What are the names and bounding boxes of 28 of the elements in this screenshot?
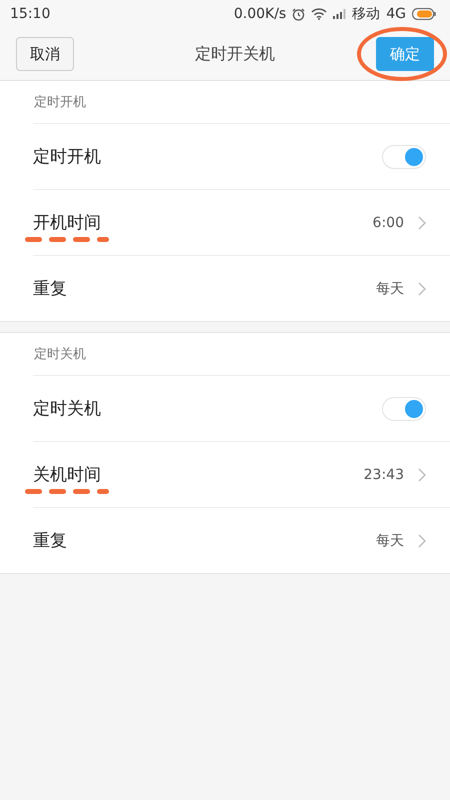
setting-value: 每天 — [376, 280, 404, 298]
status-time: 15:10 — [10, 6, 50, 22]
setting-value: 23:43 — [364, 466, 404, 482]
setting-value: 6:00 — [372, 214, 404, 230]
carrier-name: 移动 — [352, 5, 380, 23]
chevron-right-icon — [418, 282, 426, 296]
battery-icon — [412, 8, 436, 20]
setting-label: 重复 — [33, 279, 67, 299]
alarm-icon — [292, 8, 306, 20]
chevron-right-icon — [418, 534, 426, 548]
chevron-right-icon — [418, 468, 426, 482]
setting-label: 定时关机 — [33, 398, 101, 420]
network-speed: 0.00K/s — [234, 6, 286, 22]
setting-label: 定时开机 — [33, 146, 101, 168]
page-title: 定时开关机 — [195, 44, 275, 64]
network-type: 4G — [386, 6, 406, 22]
section-header: 定时开机 — [33, 94, 87, 112]
setting-label: 重复 — [33, 531, 67, 551]
toggle-switch[interactable] — [382, 144, 426, 168]
chevron-right-icon — [418, 216, 426, 230]
setting-label: 开机时间 — [33, 213, 101, 233]
setting-value: 每天 — [376, 532, 404, 550]
setting-label: 关机时间 — [33, 465, 101, 485]
wifi-icon — [311, 8, 328, 20]
section-header: 定时关机 — [33, 346, 87, 364]
signal-icon — [333, 9, 346, 19]
toggle-switch[interactable] — [382, 396, 426, 420]
cancel-button[interactable]: 取消 — [16, 37, 74, 71]
